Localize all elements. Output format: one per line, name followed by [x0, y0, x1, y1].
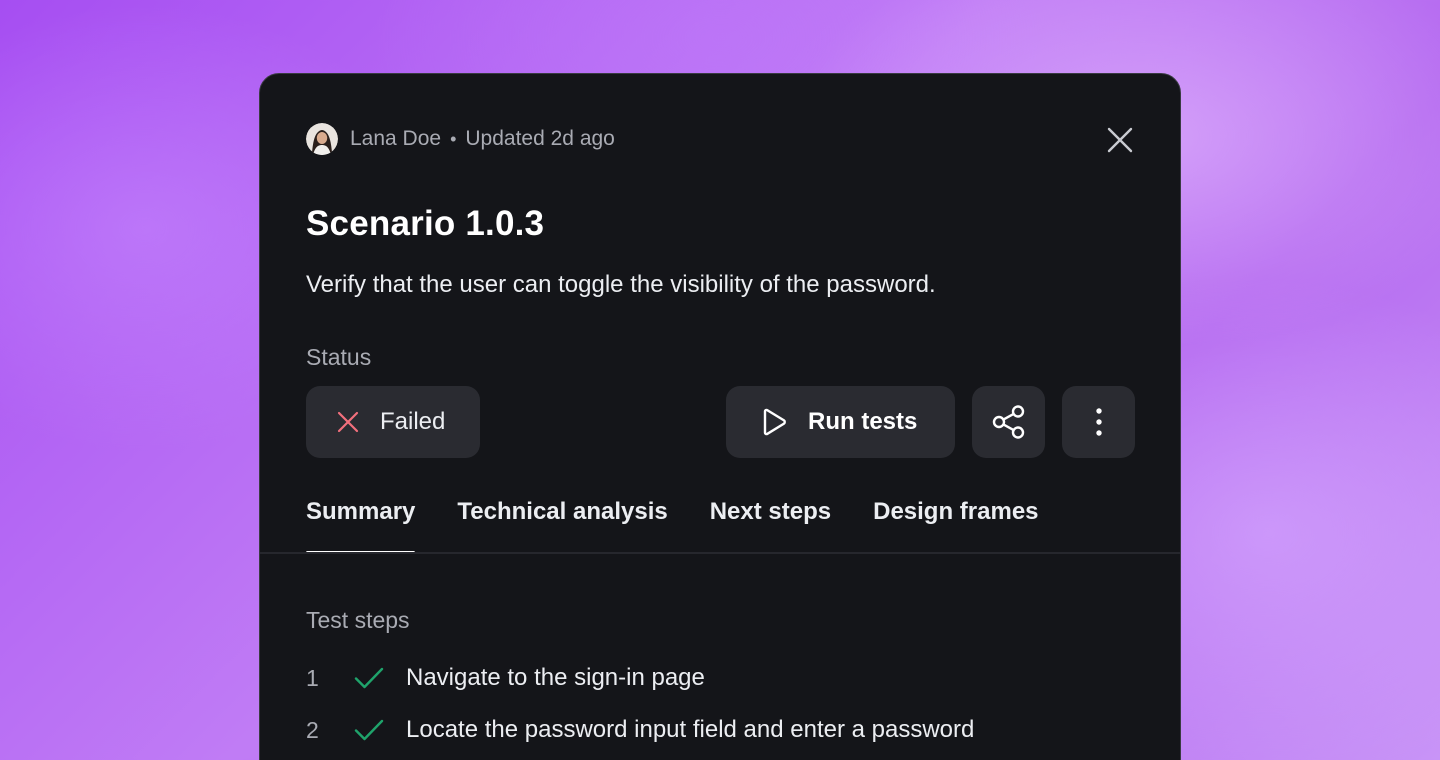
more-vertical-icon: [1095, 408, 1102, 436]
close-icon: [1107, 127, 1133, 153]
tab-next-steps[interactable]: Next steps: [710, 498, 831, 554]
share-icon: [992, 405, 1024, 439]
tab-summary[interactable]: Summary: [306, 498, 416, 554]
tab-divider: [260, 552, 1180, 554]
more-options-button[interactable]: [1062, 386, 1135, 458]
tab-design-frames[interactable]: Design frames: [873, 498, 1038, 554]
status-value: Failed: [380, 408, 446, 435]
play-icon: [763, 408, 786, 436]
list-item: 2 Locate the password input field and en…: [306, 712, 974, 748]
step-text: Navigate to the sign-in page: [406, 664, 705, 691]
status-label: Status: [306, 344, 372, 370]
close-button[interactable]: [1106, 126, 1134, 154]
share-button[interactable]: [972, 386, 1045, 458]
author-meta: Lana Doe • Updated 2d ago: [306, 122, 615, 156]
updated-time: Updated 2d ago: [465, 127, 615, 150]
author-name: Lana Doe: [350, 127, 442, 150]
scenario-panel: Lana Doe • Updated 2d ago Scenario 1.0.3…: [259, 73, 1181, 760]
step-number: 2: [306, 716, 319, 743]
meta-separator: •: [450, 128, 457, 149]
step-number: 1: [306, 664, 319, 691]
tab-technical-analysis[interactable]: Technical analysis: [457, 498, 667, 554]
avatar: [306, 123, 338, 155]
step-text: Locate the password input field and ente…: [406, 716, 975, 743]
check-icon: [354, 718, 406, 742]
tab-bar: Summary Technical analysis Next steps De…: [306, 498, 1081, 554]
check-icon: [354, 666, 406, 690]
page-title: Scenario 1.0.3: [306, 204, 545, 243]
test-steps-label: Test steps: [306, 607, 410, 633]
run-tests-label: Run tests: [808, 408, 918, 435]
status-badge[interactable]: Failed: [306, 386, 480, 458]
test-steps-list: 1 Navigate to the sign-in page 2 Locate …: [306, 660, 974, 760]
list-item: 1 Navigate to the sign-in page: [306, 660, 974, 696]
x-icon: [337, 411, 359, 433]
scenario-description: Verify that the user can toggle the visi…: [306, 271, 936, 298]
run-tests-button[interactable]: Run tests: [726, 386, 955, 458]
